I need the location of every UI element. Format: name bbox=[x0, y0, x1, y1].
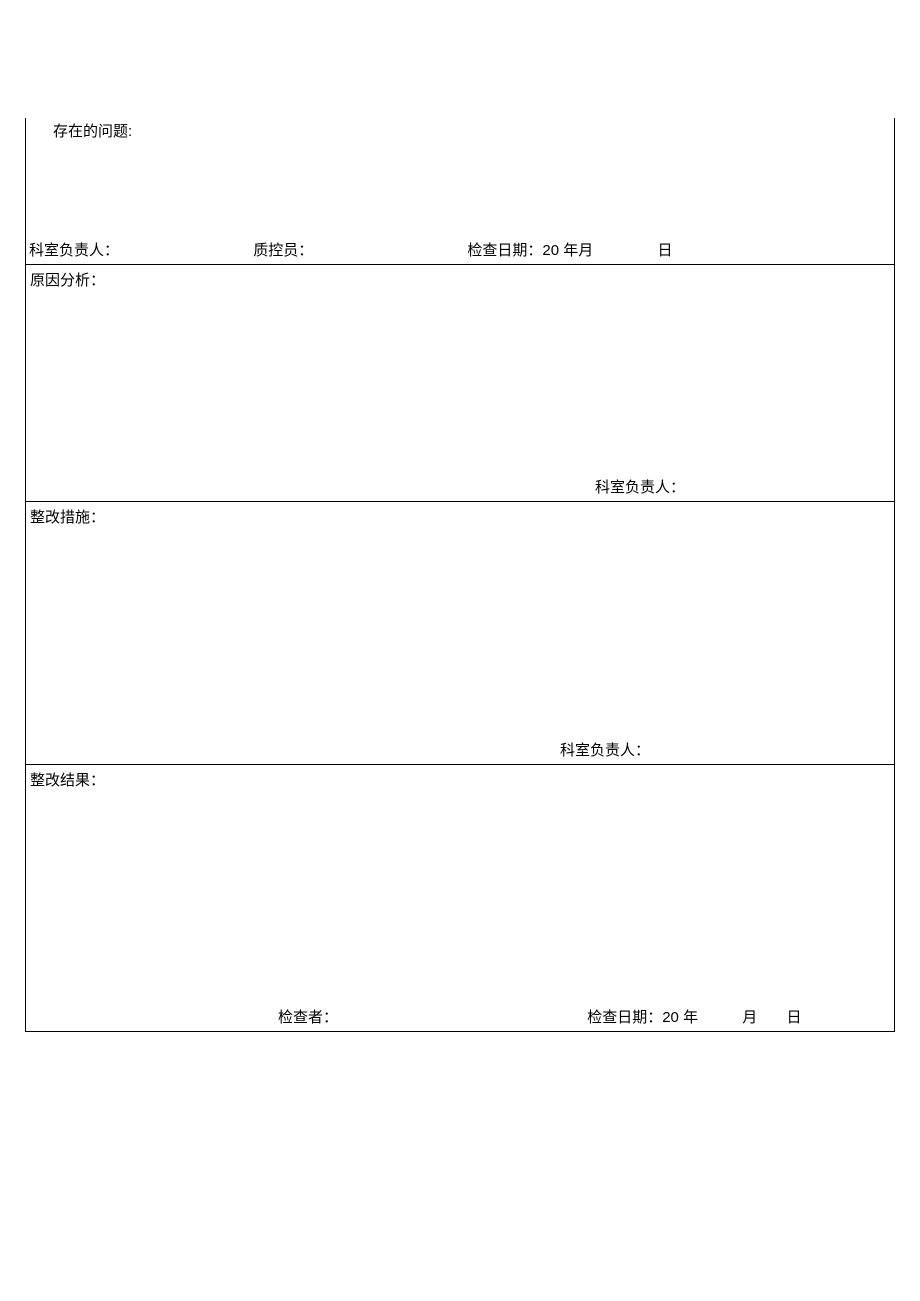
measures-label: 整改措施： bbox=[30, 506, 105, 527]
measures-footer: 科室负责人： bbox=[30, 739, 890, 760]
results-footer: 检查者： 检查日期：20 年 月 日 bbox=[30, 1006, 890, 1027]
check-date-prefix: 检查日期： bbox=[587, 1009, 662, 1026]
day-suffix: 日 bbox=[657, 239, 672, 260]
analysis-footer: 科室负责人： bbox=[30, 476, 890, 497]
year-prefix: 20 bbox=[662, 1009, 679, 1026]
check-date-label: 检查日期：20 年 bbox=[587, 1006, 698, 1027]
dept-head-label: 科室负责人： bbox=[29, 239, 119, 260]
section-measures: 整改措施： 科室负责人： bbox=[25, 502, 895, 765]
dept-head-label: 科室负责人： bbox=[560, 739, 650, 760]
check-date-prefix: 检查日期： bbox=[467, 242, 542, 259]
left-border-partial bbox=[25, 118, 26, 264]
checker-label: 检查者： bbox=[278, 1006, 338, 1027]
day-suffix: 日 bbox=[786, 1006, 801, 1027]
problems-footer: 科室负责人： 质控员： 检查日期：20 年月 日 bbox=[29, 239, 891, 260]
qc-officer-label: 质控员： bbox=[253, 239, 313, 260]
month-suffix: 月 bbox=[578, 242, 593, 259]
section-analysis: 原因分析： 科室负责人： bbox=[25, 265, 895, 502]
section-results: 整改结果： 检查者： 检查日期：20 年 月 日 bbox=[25, 765, 895, 1032]
problems-label: 存在的问题: bbox=[53, 120, 132, 141]
analysis-label: 原因分析： bbox=[30, 269, 105, 290]
month-suffix: 月 bbox=[742, 1006, 757, 1027]
section-problems: 存在的问题: 科室负责人： 质控员： 检查日期：20 年月 日 bbox=[25, 0, 895, 265]
year-suffix: 年 bbox=[683, 1009, 698, 1026]
year-prefix: 20 bbox=[542, 242, 559, 259]
right-border-partial bbox=[894, 118, 895, 264]
dept-head-label: 科室负责人： bbox=[595, 476, 685, 497]
results-label: 整改结果： bbox=[30, 769, 105, 790]
check-date-label: 检查日期：20 年月 bbox=[467, 239, 593, 260]
form-page: 存在的问题: 科室负责人： 质控员： 检查日期：20 年月 日 原因分析： 科室… bbox=[25, 0, 895, 1032]
year-suffix: 年 bbox=[563, 242, 578, 259]
